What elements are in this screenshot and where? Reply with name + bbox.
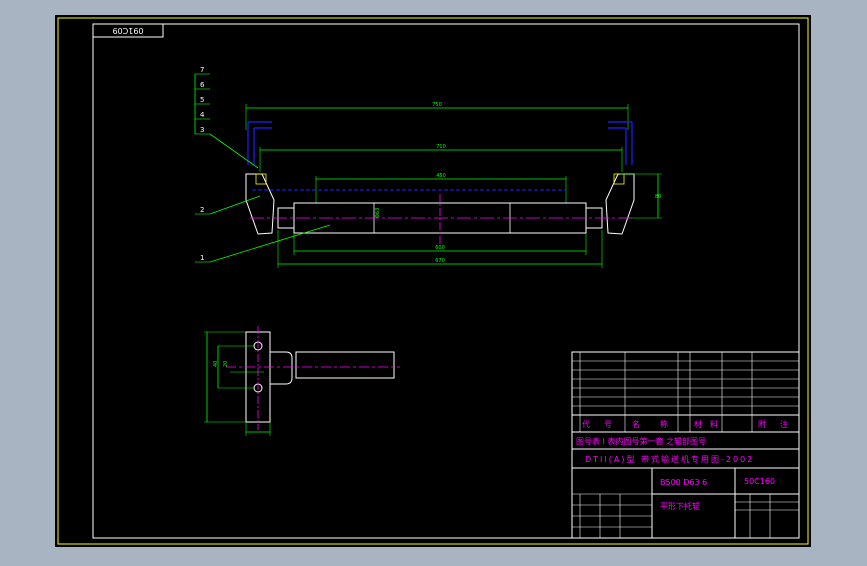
dim-diameter: Φ63 bbox=[375, 208, 381, 218]
dim-side-b: 20 bbox=[223, 361, 229, 367]
hdr-6: 附 bbox=[758, 419, 766, 429]
drawing-model: 50C160 bbox=[744, 477, 775, 486]
cad-drawing: 091C09 750 710 450 80 Φ63 600 670 7 6 5 … bbox=[55, 15, 811, 547]
callout-7: 7 bbox=[200, 66, 204, 74]
cad-viewport[interactable]: 091C09 750 710 450 80 Φ63 600 670 7 6 5 … bbox=[0, 0, 867, 562]
dim-shaft: 670 bbox=[435, 258, 445, 264]
notes-row: 图号表 I 表内图号第一套 之辊部图号 bbox=[576, 436, 706, 446]
hdr-1: 号 bbox=[604, 420, 612, 429]
hdr-3: 称 bbox=[660, 419, 668, 429]
callout-3: 3 bbox=[200, 126, 204, 134]
title-block: 代 号 名 称 材 料 附 注 图号表 I 表内图号第一套 之辊部图号 DTII… bbox=[571, 351, 800, 539]
callout-4: 4 bbox=[200, 111, 205, 119]
hdr-2: 名 bbox=[632, 419, 640, 429]
series-title: DTII(A)型 带式输送机专用图-2002 bbox=[585, 454, 754, 464]
hdr-4: 材 bbox=[694, 419, 702, 429]
callout-6: 6 bbox=[200, 81, 205, 89]
dim-span: 710 bbox=[436, 144, 446, 150]
number-box-text: 091C09 bbox=[112, 26, 143, 35]
drawing-code: B500 D63 6 bbox=[660, 478, 707, 487]
drawing-title: 平形下托辊 bbox=[660, 501, 700, 511]
hdr-0: 代 bbox=[582, 419, 590, 429]
hdr-5: 料 bbox=[710, 419, 718, 429]
dim-height: 80 bbox=[655, 194, 661, 200]
dim-side-a: 40 bbox=[213, 361, 219, 367]
dim-overall: 750 bbox=[432, 102, 442, 108]
callout-1: 1 bbox=[200, 254, 204, 262]
dim-tube: 600 bbox=[435, 245, 445, 251]
dim-face: 450 bbox=[436, 173, 446, 179]
hdr-7: 注 bbox=[780, 419, 788, 429]
callout-2: 2 bbox=[200, 206, 204, 214]
callout-5: 5 bbox=[200, 96, 204, 104]
